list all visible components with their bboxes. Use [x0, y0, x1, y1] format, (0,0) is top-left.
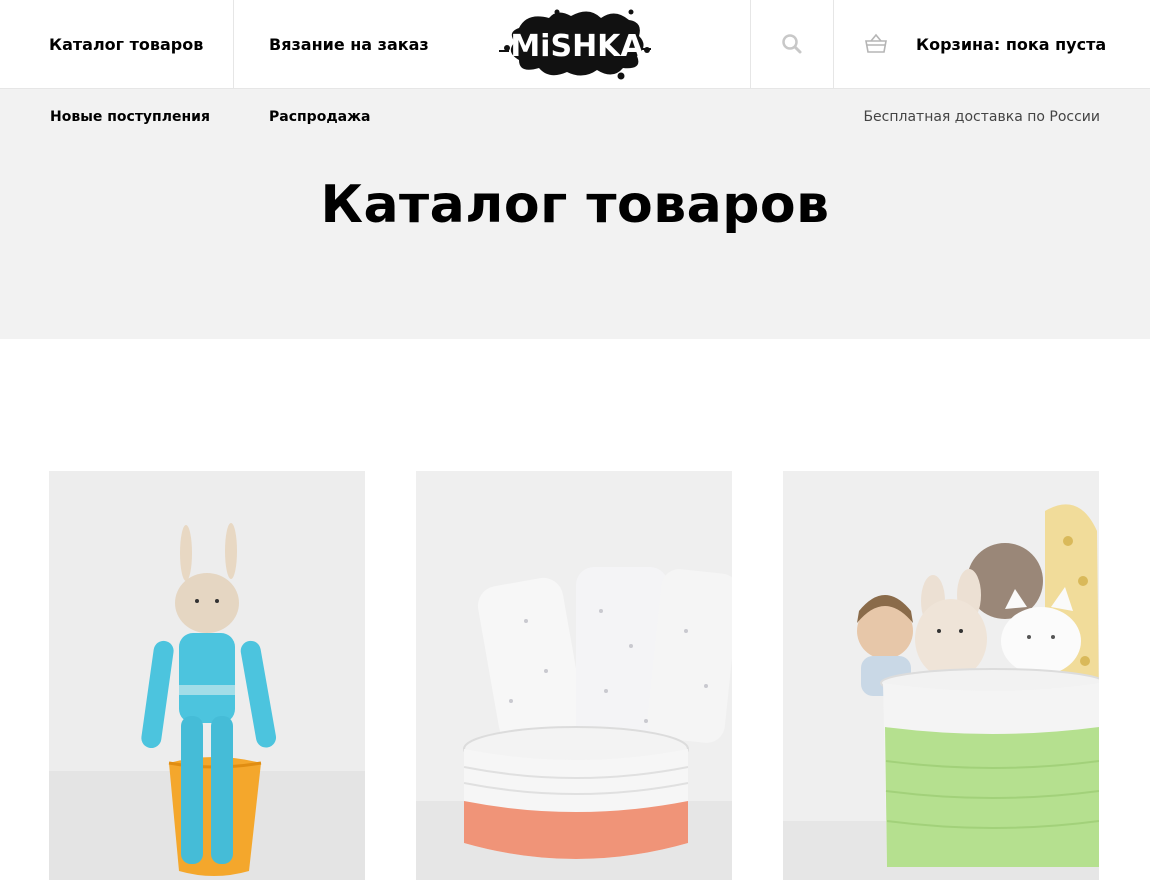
site-header: Каталог товаров Вязание на заказ MiSHKA — [0, 0, 1150, 89]
logo-text: MiSHKA — [510, 29, 644, 64]
subnav-new-arrivals[interactable]: Новые поступления — [50, 109, 210, 125]
product-card[interactable] — [783, 471, 1099, 880]
logo-icon: MiSHKA — [499, 9, 651, 80]
hero-section: Новые поступления Распродажа Бесплатная … — [0, 89, 1150, 339]
nav-knitting-cell: Вязание на заказ — [235, 0, 495, 88]
nav-knitting-link[interactable]: Вязание на заказ — [269, 35, 429, 54]
nav-catalog-cell: Каталог товаров — [0, 0, 234, 88]
cart-status: Корзина: пока пуста — [916, 34, 1107, 54]
shipping-note: Бесплатная доставка по России — [863, 109, 1100, 125]
product-card[interactable] — [416, 471, 732, 880]
nav-catalog-link[interactable]: Каталог товаров — [49, 35, 203, 54]
subnav-sale[interactable]: Распродажа — [269, 109, 370, 125]
product-card[interactable] — [49, 471, 365, 880]
product-image — [49, 471, 365, 880]
search-icon — [782, 34, 802, 54]
logo[interactable]: MiSHKA — [497, 6, 653, 82]
basket-icon — [865, 33, 887, 53]
cart-link[interactable]: Корзина: пока пуста — [834, 0, 1150, 88]
search-button[interactable] — [750, 0, 834, 88]
page-title: Каталог товаров — [320, 175, 830, 235]
product-image — [783, 471, 1099, 880]
product-image — [416, 471, 732, 880]
wave-divider — [0, 320, 1150, 334]
